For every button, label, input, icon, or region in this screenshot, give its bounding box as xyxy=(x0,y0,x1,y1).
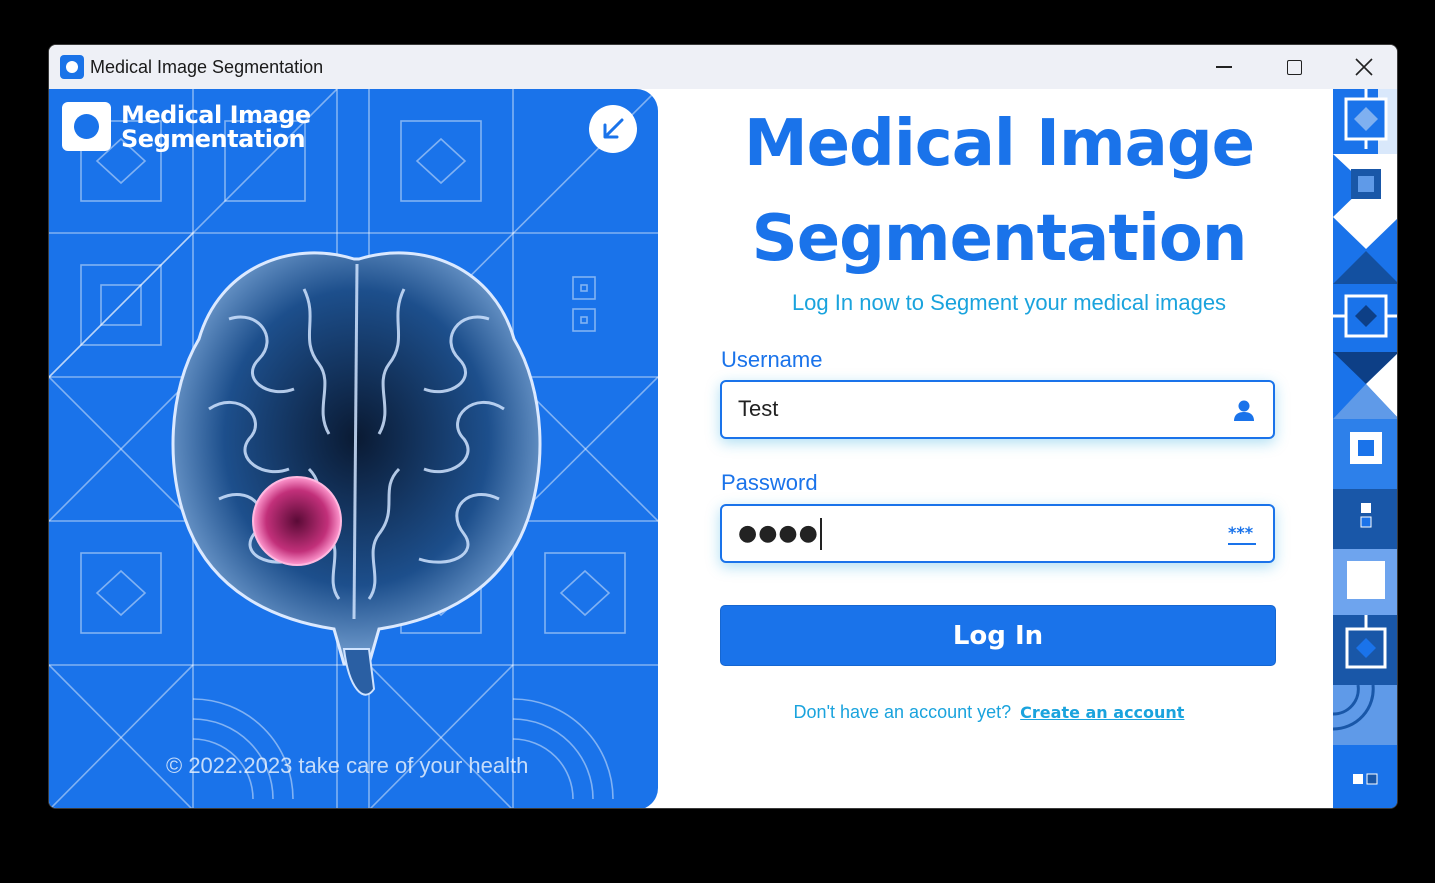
username-input[interactable] xyxy=(738,396,1198,422)
arrow-down-left-icon xyxy=(603,118,624,139)
brand-logo: Medical Image Segmentation xyxy=(62,102,311,151)
maximize-icon xyxy=(1286,59,1302,75)
page-subtitle: Log In now to Segment your medical image… xyxy=(791,290,1227,315)
window-title: Medical Image Segmentation xyxy=(90,56,324,77)
password-masked-value: ●●●● xyxy=(738,521,819,546)
create-account-link[interactable]: Create an account xyxy=(1020,703,1184,722)
decorative-strip xyxy=(1333,89,1397,808)
password-label: Password xyxy=(721,470,818,495)
close-icon xyxy=(1355,58,1373,76)
user-icon xyxy=(1234,400,1254,421)
password-input[interactable]: ●●●● xyxy=(738,518,822,550)
page-title-line-1: Medical Image xyxy=(743,107,1255,181)
close-button[interactable] xyxy=(1329,45,1397,89)
maximize-button[interactable] xyxy=(1259,45,1329,89)
strip-pattern xyxy=(1333,89,1397,808)
app-icon xyxy=(60,55,84,79)
brain-illustration xyxy=(171,251,542,696)
signup-prompt: Don't have an account yet? xyxy=(793,702,1012,722)
page-title-line-2: Segmentation xyxy=(751,202,1248,276)
svg-text:***: *** xyxy=(1228,523,1254,542)
copyright-note: © 2022.2023 take care of your health xyxy=(166,753,529,778)
text-caret xyxy=(819,518,822,550)
username-label: Username xyxy=(721,347,823,372)
password-dots-icon: *** xyxy=(1228,523,1256,545)
password-field[interactable]: ●●●● *** xyxy=(720,504,1275,563)
title-bar[interactable]: Medical Image Segmentation xyxy=(49,45,1397,89)
username-field[interactable] xyxy=(720,380,1275,439)
app-window: Medical Image Segmentation Medical Image… xyxy=(48,44,1398,809)
brand-name: Medical Image Segmentation xyxy=(121,103,311,151)
logo-icon xyxy=(62,102,111,151)
minimize-button[interactable] xyxy=(1189,45,1259,89)
hero-panel: Medical Image Segmentation © 2022.2023 t… xyxy=(49,89,658,808)
collapse-button[interactable] xyxy=(589,105,637,153)
brand-line-1: Medical Image xyxy=(121,100,311,129)
login-button[interactable]: Log In xyxy=(720,605,1276,666)
signup-prompt-row: Don't have an account yet? Create an acc… xyxy=(689,702,1289,723)
minimize-icon xyxy=(1216,66,1232,68)
brand-line-2: Segmentation xyxy=(121,124,306,153)
